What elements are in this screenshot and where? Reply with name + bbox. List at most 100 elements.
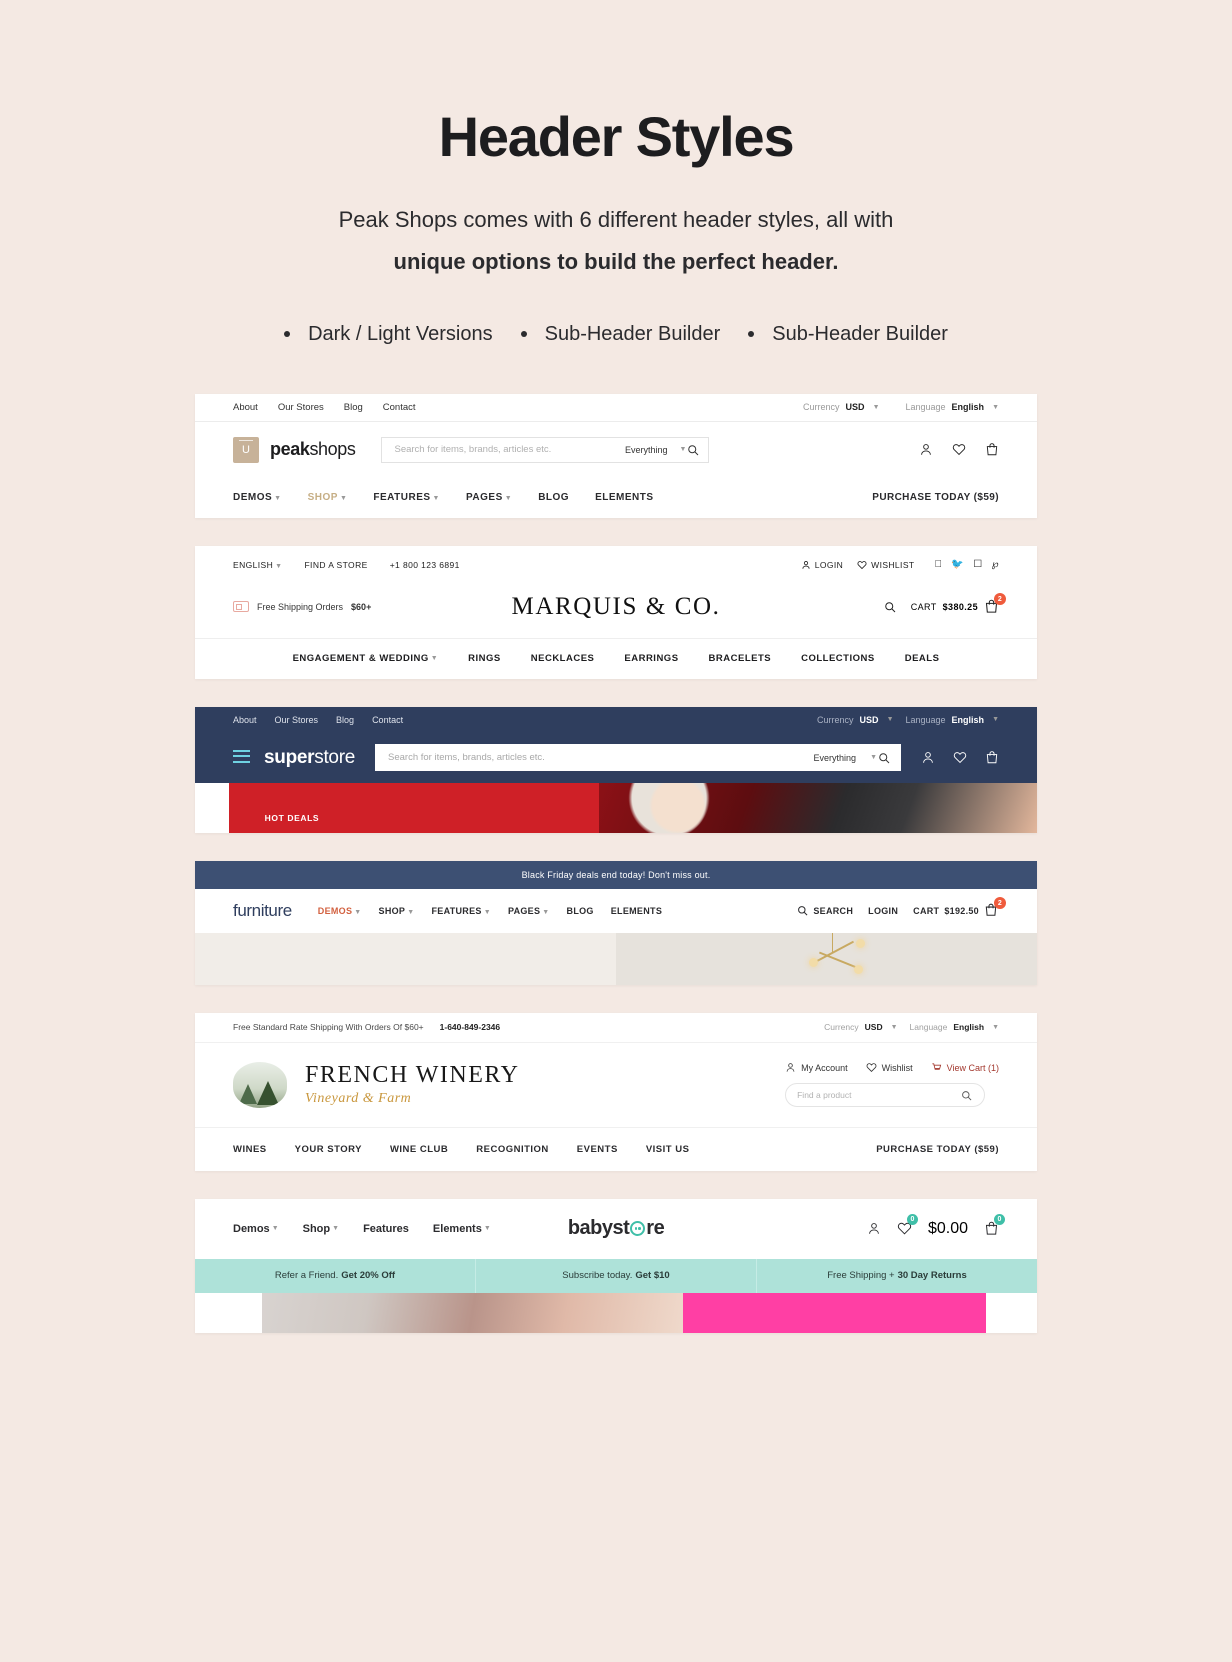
nav-item-bracelets[interactable]: BRACELETS [709,653,772,664]
login-link[interactable]: LOGIN [801,560,843,570]
my-account-link[interactable]: My Account [785,1062,848,1073]
nav-item-elements[interactable]: ELEMENTS [595,492,653,503]
hamburger-menu-icon[interactable] [233,749,250,767]
currency-value[interactable]: USD [865,1022,883,1032]
hot-deals-panel[interactable]: HOT DEALS [228,782,600,833]
account-icon[interactable] [919,443,933,457]
nav-item-features[interactable]: FEATURES ▼ [373,492,440,503]
nav-item-engagement-wedding[interactable]: ENGAGEMENT & WEDDING ▼ [293,653,439,664]
topbar-link-contact[interactable]: Contact [372,715,403,725]
nav-item-pages[interactable]: PAGES ▼ [508,906,550,916]
search-button[interactable]: SEARCH [797,905,853,916]
nav-item-rings[interactable]: RINGS [468,653,501,664]
chevron-down-icon[interactable]: ▼ [887,716,894,723]
winery-brand[interactable]: FRENCH WINERY Vineyard & Farm [233,1061,519,1108]
nav-item-demos[interactable]: DEMOS ▼ [318,906,362,916]
facebook-icon[interactable]:  [934,559,942,570]
nav-item-earrings[interactable]: EARRINGS [624,653,678,664]
chevron-down-icon[interactable]: ▼ [870,754,877,761]
instagram-icon[interactable]: ☐ [973,559,982,570]
marquis-logo[interactable]: MARQUIS & CO. [195,593,1037,621]
babystore-cart[interactable]: 0 [984,1214,1005,1236]
topbar-link-our-stores[interactable]: Our Stores [275,715,319,725]
topbar-link-our-stores[interactable]: Our Stores [278,402,324,413]
chevron-down-icon[interactable]: ▼ [431,655,438,662]
phone-number[interactable]: +1 800 123 6891 [390,560,460,570]
chevron-down-icon[interactable]: ▼ [275,563,282,570]
nav-item-shop[interactable]: SHOP ▼ [379,906,415,916]
chevron-down-icon[interactable]: ▼ [680,446,687,453]
superstore-search-box[interactable]: Search for items, brands, articles etc. … [375,744,901,772]
chevron-down-icon[interactable]: ▼ [542,909,549,916]
nav-item-demos[interactable]: DEMOS ▼ [233,492,282,503]
topbar-link-blog[interactable]: Blog [344,402,363,413]
nav-item-wine-club[interactable]: WINE CLUB [390,1144,448,1155]
nav-item-visit-us[interactable]: VISIT US [646,1144,690,1155]
chevron-down-icon[interactable]: ▼ [354,909,361,916]
promo-item-subscribe[interactable]: Subscribe today. Get $10 [476,1258,757,1293]
wishlist-heart-icon[interactable] [952,443,966,457]
cart-bag-icon[interactable] [985,751,999,765]
babystore-wishlist[interactable]: 0 [897,1214,918,1236]
nav-item-blog[interactable]: BLOG [567,906,594,916]
nav-item-shop[interactable]: SHOP ▼ [308,492,348,503]
peakshops-logo-icon[interactable]: U [233,436,259,463]
peakshops-search-box[interactable]: Search for items, brands, articles etc. … [381,436,710,463]
winery-search-box[interactable]: Find a product [785,1083,986,1108]
nav-item-deals[interactable]: DEALS [905,653,940,664]
nav-item-blog[interactable]: BLOG [538,492,569,503]
promo-item-refer[interactable]: Refer a Friend. Get 20% Off [195,1258,476,1293]
search-icon[interactable] [959,1088,973,1102]
account-icon[interactable] [921,751,935,765]
topbar-link-about[interactable]: About [233,402,258,413]
chevron-down-icon[interactable]: ▼ [891,1024,898,1031]
chevron-down-icon[interactable]: ▼ [992,716,999,723]
nav-item-elements[interactable]: ELEMENTS [611,906,662,916]
chevron-down-icon[interactable]: ▼ [340,495,347,502]
currency-value[interactable]: USD [860,715,879,725]
chevron-down-icon[interactable]: ▼ [873,404,880,411]
nav-item-pages[interactable]: PAGES ▼ [466,492,512,503]
phone-number[interactable]: 1-640-849-2346 [440,1022,501,1032]
nav-item-features[interactable]: FEATURES ▼ [431,906,490,916]
cart-bag-icon[interactable]: 2 [984,897,1006,918]
topbar-link-contact[interactable]: Contact [383,402,416,413]
cart-bag-icon[interactable] [985,443,999,457]
promo-item-shipping[interactable]: Free Shipping + 30 Day Returns [757,1259,1037,1293]
nav-item-events[interactable]: EVENTS [577,1144,618,1155]
search-scope[interactable]: Everything [625,445,668,455]
chevron-down-icon[interactable]: ▼ [992,1024,999,1031]
superstore-logo[interactable]: superstore [264,747,355,769]
chevron-down-icon[interactable]: ▼ [484,909,491,916]
topbar-link-about[interactable]: About [233,715,257,725]
nav-item-collections[interactable]: COLLECTIONS [801,653,875,664]
purchase-today-button[interactable]: PURCHASE TODAY ($59) [872,492,999,503]
twitter-icon[interactable]: 🐦 [951,559,964,570]
chevron-down-icon[interactable]: ▼ [407,909,414,916]
chevron-down-icon[interactable]: ▼ [433,495,440,502]
topbar-link-blog[interactable]: Blog [336,715,354,725]
search-icon[interactable] [686,443,700,457]
purchase-today-button[interactable]: PURCHASE TODAY ($59) [876,1144,999,1155]
language-selector[interactable]: ENGLISH ▼ [233,560,282,570]
chevron-down-icon[interactable]: ▼ [505,495,512,502]
peakshops-logo-text[interactable]: peakshops [270,439,356,460]
login-link[interactable]: LOGIN [868,906,898,916]
language-value[interactable]: English [953,1022,984,1032]
nav-item-necklaces[interactable]: NECKLACES [531,653,595,664]
wishlist-link[interactable]: WISHLIST [857,560,914,570]
nav-item-wines[interactable]: WINES [233,1144,267,1155]
search-scope[interactable]: Everything [814,753,857,763]
nav-item-your-story[interactable]: YOUR STORY [295,1144,362,1155]
view-cart-link[interactable]: View Cart (1) [931,1062,999,1073]
wishlist-heart-icon[interactable] [953,751,967,765]
find-a-store-link[interactable]: FIND A STORE [304,560,367,570]
furniture-logo[interactable]: furniture [233,901,292,921]
chevron-down-icon[interactable]: ▼ [274,495,281,502]
wishlist-link[interactable]: Wishlist [866,1062,913,1073]
furniture-cart[interactable]: CART $192.50 2 [913,897,1006,918]
currency-value[interactable]: USD [846,402,865,412]
cart-bag-icon[interactable]: 2 [984,593,1006,614]
pinterest-icon[interactable]: ℘ [992,559,999,570]
chevron-down-icon[interactable]: ▼ [992,404,999,411]
